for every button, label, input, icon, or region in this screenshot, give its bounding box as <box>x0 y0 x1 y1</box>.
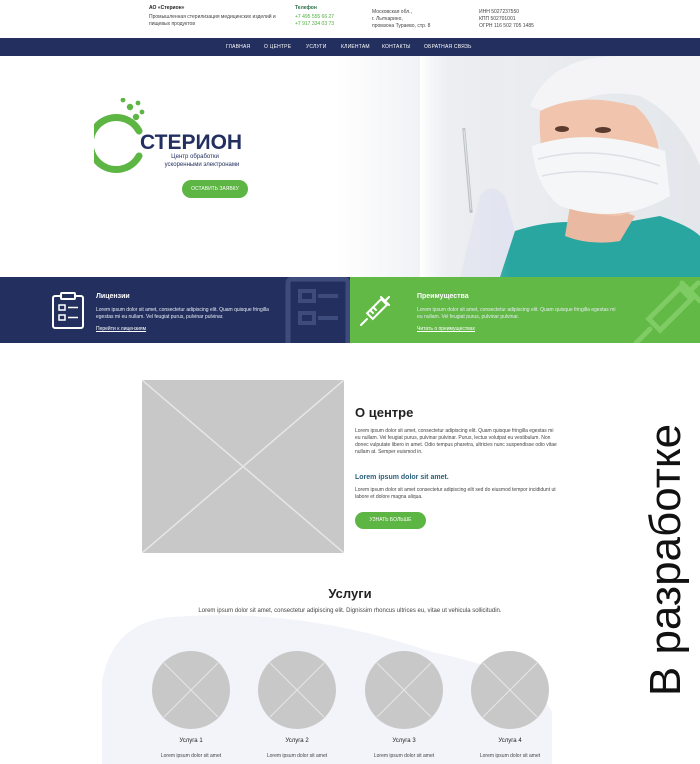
clipboard-icon <box>52 292 84 329</box>
nav-item-home[interactable]: ГЛАВНАЯ <box>226 44 250 50</box>
image-placeholder-icon <box>376 662 432 718</box>
top-info-bar: АО «Стерион» Промышленная стерилизация м… <box>0 0 700 38</box>
clipboard-watermark-icon <box>285 277 350 343</box>
phone-link-2[interactable]: +7 917 334 03 73 <box>295 21 365 28</box>
company-name: АО «Стерион» <box>149 5 185 11</box>
service-description: Lorem ipsum dolor sit amet <box>160 753 222 759</box>
advantages-link[interactable]: Читать о преимуществах <box>417 326 475 332</box>
nav-item-about[interactable]: О ЦЕНТРЕ <box>264 44 291 50</box>
service-description: Lorem ipsum dolor sit amet <box>479 753 541 759</box>
nav-item-services[interactable]: УСЛУГИ <box>306 44 327 50</box>
main-nav: ГЛАВНАЯ О ЦЕНТРЕ УСЛУГИ КЛИЕНТАМ КОНТАКТ… <box>0 38 700 56</box>
service-label: Услуга 2 <box>285 738 309 744</box>
image-placeholder-icon <box>269 662 325 718</box>
advantages-text: Lorem ipsum dolor sit amet, consectetur … <box>417 307 616 320</box>
advantages-panel: Преимущества Lorem ipsum dolor sit amet,… <box>350 277 700 343</box>
address-line-3: промзона Тураево, стр. 8 <box>372 23 431 29</box>
logo-tagline-2: ускоренными электронами <box>165 162 240 168</box>
services-title: Услуги <box>328 586 372 601</box>
licenses-text: Lorem ipsum dolor sit amet, consectetur … <box>96 307 269 320</box>
about-text: Lorem ipsum dolor sit amet, consectetur … <box>355 428 557 455</box>
logo-tagline-1: Центр обработки <box>171 154 219 160</box>
request-button[interactable]: ОСТАВИТЬ ЗАЯВКУ <box>182 180 248 198</box>
service-item-1[interactable]: Услуга 1 Lorem ipsum dolor sit amet <box>152 651 230 759</box>
address-line-2: г. Лыткарино, <box>372 16 403 22</box>
kpp: КПП 502701001 <box>479 16 516 22</box>
nav-item-clients[interactable]: КЛИЕНТАМ <box>341 44 370 50</box>
syringe-icon <box>360 296 390 326</box>
service-image-placeholder <box>258 651 336 729</box>
about-image-placeholder <box>141 379 345 554</box>
address-line-1: Московская обл., <box>372 9 412 15</box>
service-label: Услуга 1 <box>179 738 203 744</box>
image-placeholder-icon <box>141 379 345 554</box>
in-development-text: В разработке <box>641 424 690 696</box>
company-description: Промышленная стерилизация медицинских из… <box>149 14 276 27</box>
service-label: Услуга 4 <box>498 738 522 744</box>
address-info: Московская обл., г. Лыткарино, промзона … <box>372 9 462 30</box>
service-image-placeholder <box>365 651 443 729</box>
about-text-2: Lorem ipsum dolor sit amet consectetur a… <box>355 487 556 500</box>
inn: ИНН 5027237550 <box>479 9 520 15</box>
hero-photo-surgeon <box>420 56 700 277</box>
phone-info: Телефон +7 495 555 66 27 +7 917 334 03 7… <box>295 5 365 28</box>
sterion-logo: СТЕРИОН Центр обработки ускоренными элек… <box>94 98 242 173</box>
image-placeholder-icon <box>163 662 219 718</box>
image-placeholder-icon <box>482 662 538 718</box>
syringe-watermark-icon <box>633 280 700 343</box>
about-title: О центре <box>355 405 414 420</box>
logo-name: СТЕРИОН <box>140 131 242 154</box>
service-item-4[interactable]: Услуга 4 Lorem ipsum dolor sit amet <box>471 651 549 759</box>
phone-heading: Телефон <box>295 5 317 11</box>
ogrn: ОГРН 116 502 705 1485 <box>479 23 534 29</box>
services-subtitle: Lorem ipsum dolor sit amet, consectetur … <box>198 608 502 614</box>
requisites-info: ИНН 5027237550 КПП 502701001 ОГРН 116 50… <box>479 9 569 30</box>
service-label: Услуга 3 <box>392 738 416 744</box>
licenses-title: Лицензии <box>96 293 130 300</box>
service-image-placeholder <box>471 651 549 729</box>
service-description: Lorem ipsum dolor sit amet <box>266 753 328 759</box>
phone-link-1[interactable]: +7 495 555 66 27 <box>295 14 365 21</box>
service-image-placeholder <box>152 651 230 729</box>
about-subtitle: Lorem ipsum dolor sit amet. <box>355 474 449 481</box>
learn-more-button[interactable]: УЗНАТЬ БОЛЬШЕ <box>355 512 426 529</box>
licenses-link[interactable]: Перейти к лицензиям <box>96 326 146 332</box>
company-info: АО «Стерион» Промышленная стерилизация м… <box>149 5 284 28</box>
service-description: Lorem ipsum dolor sit amet <box>373 753 435 759</box>
in-development-label: В разработке <box>641 424 690 696</box>
nav-item-contacts[interactable]: КОНТАКТЫ <box>382 44 411 50</box>
advantages-title: Преимущества <box>417 293 469 300</box>
nav-item-feedback[interactable]: ОБРАТНАЯ СВЯЗЬ <box>424 44 472 50</box>
service-item-2[interactable]: Услуга 2 Lorem ipsum dolor sit amet <box>258 651 336 759</box>
licenses-panel: Лицензии Lorem ipsum dolor sit amet, con… <box>0 277 350 343</box>
service-item-3[interactable]: Услуга 3 Lorem ipsum dolor sit amet <box>365 651 443 759</box>
